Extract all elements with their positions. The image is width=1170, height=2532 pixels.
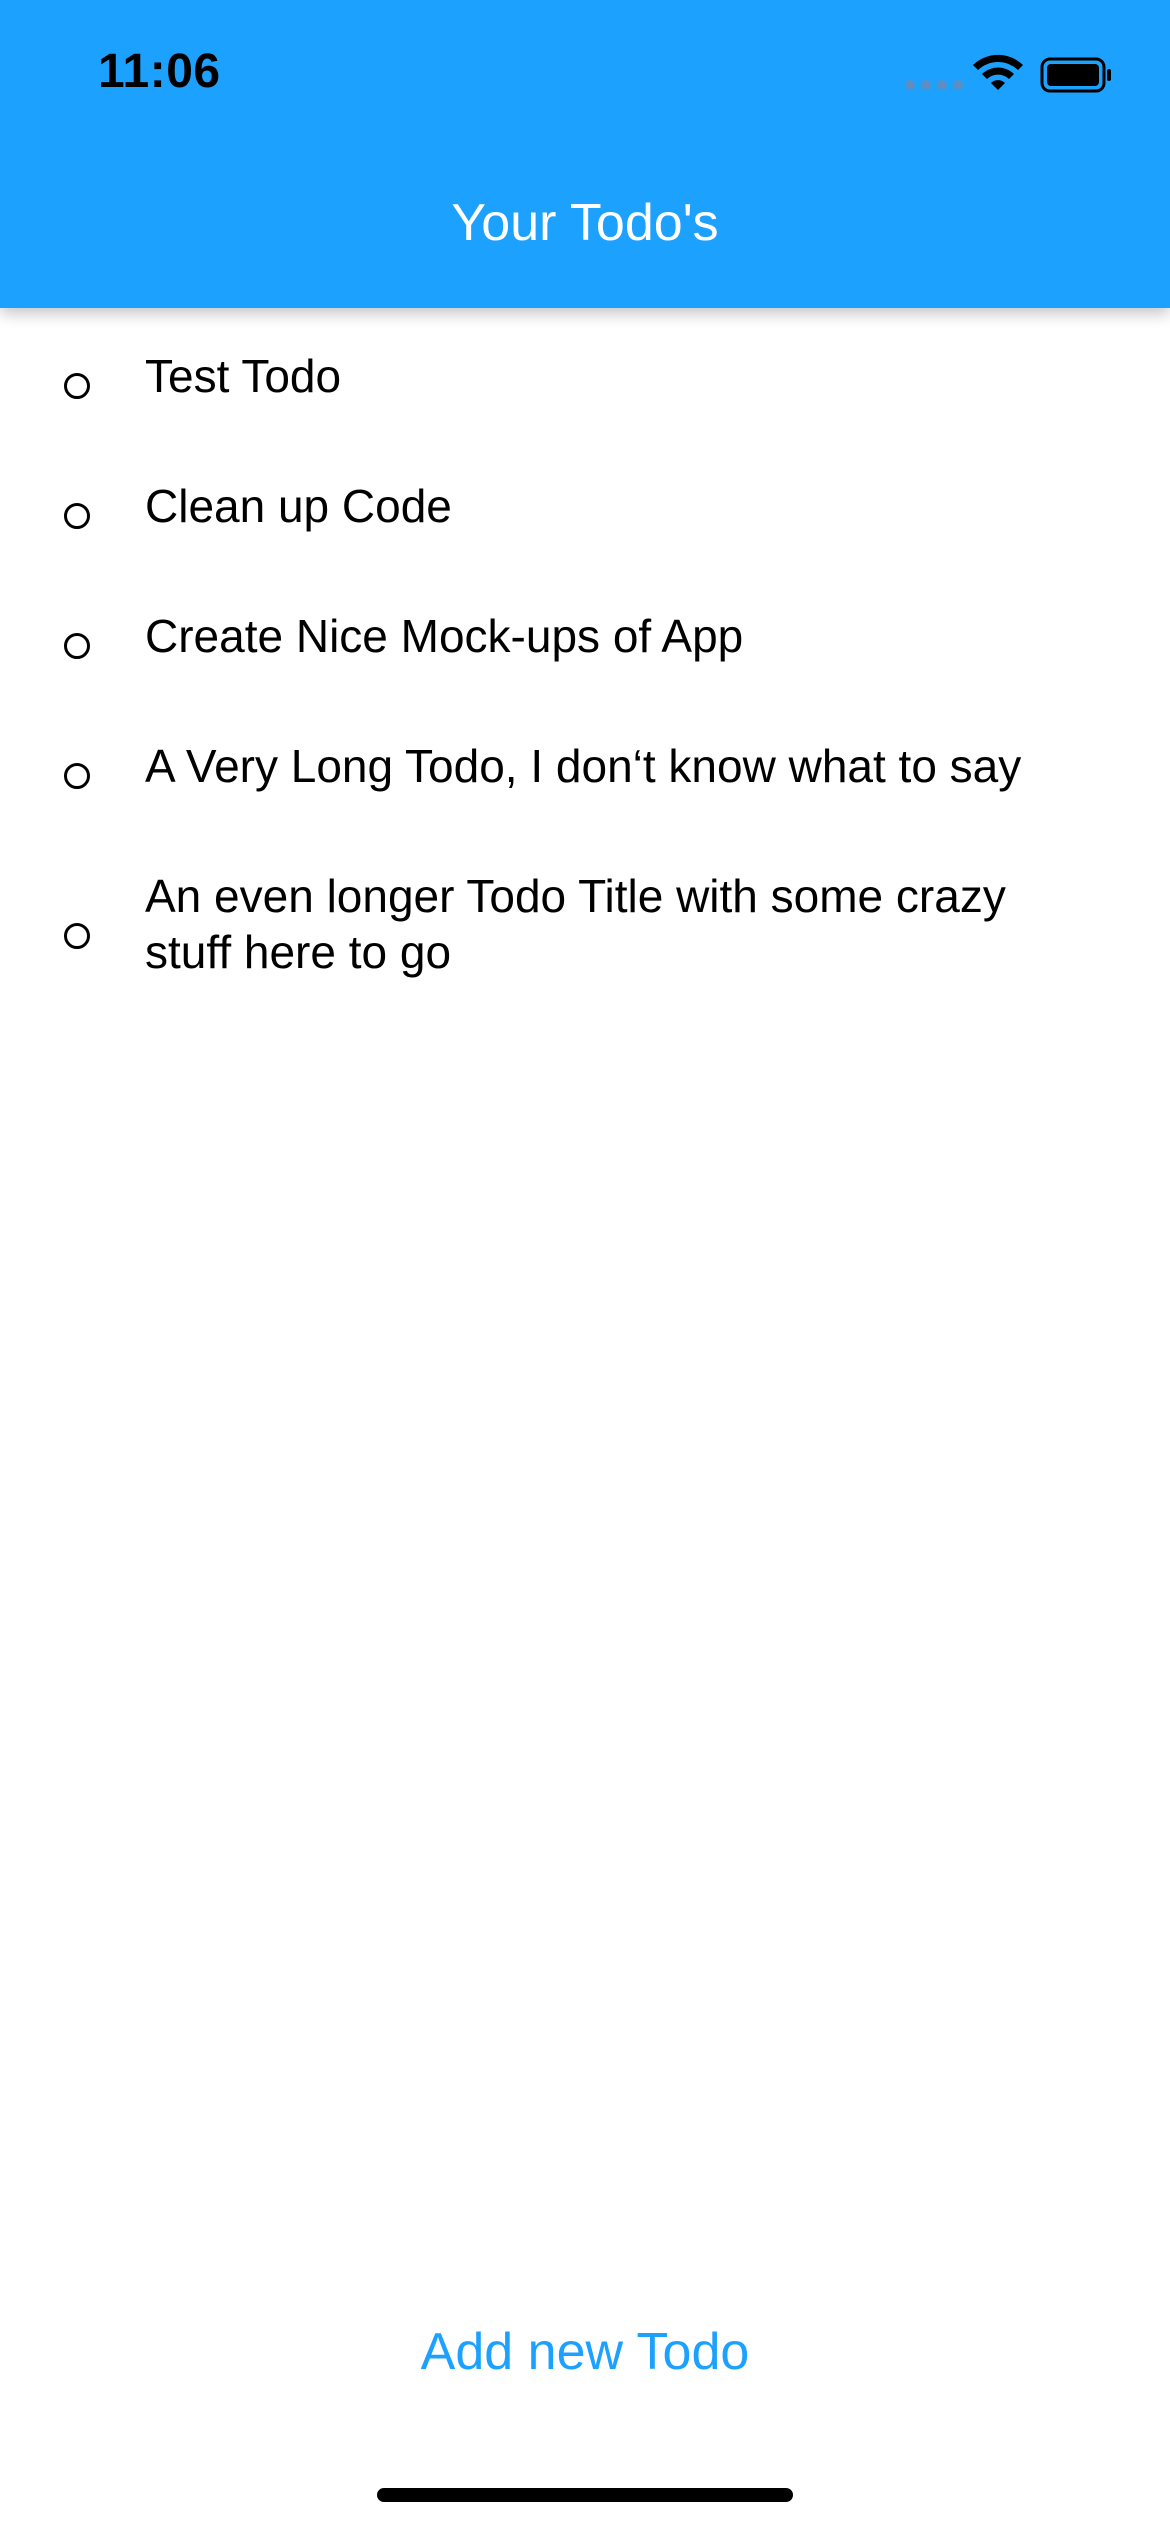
todo-item[interactable]: Clean up Code bbox=[0, 478, 1170, 558]
cellular-signal-icon bbox=[905, 80, 963, 92]
radio-unchecked-icon[interactable] bbox=[64, 763, 90, 789]
todo-title: Test Todo bbox=[145, 350, 342, 402]
app-header: 11:06 Your Todo's bbox=[0, 0, 1170, 308]
home-indicator[interactable] bbox=[377, 2488, 793, 2502]
todo-item[interactable]: An even longer Todo Title with some craz… bbox=[0, 868, 1170, 988]
todo-title: Create Nice Mock-ups of App bbox=[145, 610, 744, 662]
todo-item[interactable]: A Very Long Todo, I don‘t know what to s… bbox=[0, 738, 1170, 818]
radio-unchecked-icon[interactable] bbox=[64, 923, 90, 949]
radio-unchecked-icon[interactable] bbox=[64, 373, 90, 399]
todo-title: A Very Long Todo, I don‘t know what to s… bbox=[145, 740, 1022, 792]
radio-unchecked-icon[interactable] bbox=[64, 503, 90, 529]
todo-item[interactable]: Create Nice Mock-ups of App bbox=[0, 608, 1170, 688]
todo-item[interactable]: Test Todo bbox=[0, 348, 1170, 428]
wifi-icon bbox=[973, 54, 1023, 90]
status-bar-time: 11:06 bbox=[98, 45, 221, 98]
todo-title: Clean up Code bbox=[145, 480, 452, 532]
add-todo-button[interactable]: Add new Todo bbox=[0, 2322, 1170, 2382]
page-title: Your Todo's bbox=[451, 194, 719, 252]
todo-title: An even longer Todo Title with some craz… bbox=[145, 870, 1006, 978]
battery-icon bbox=[1040, 57, 1111, 93]
radio-unchecked-icon[interactable] bbox=[64, 633, 90, 659]
